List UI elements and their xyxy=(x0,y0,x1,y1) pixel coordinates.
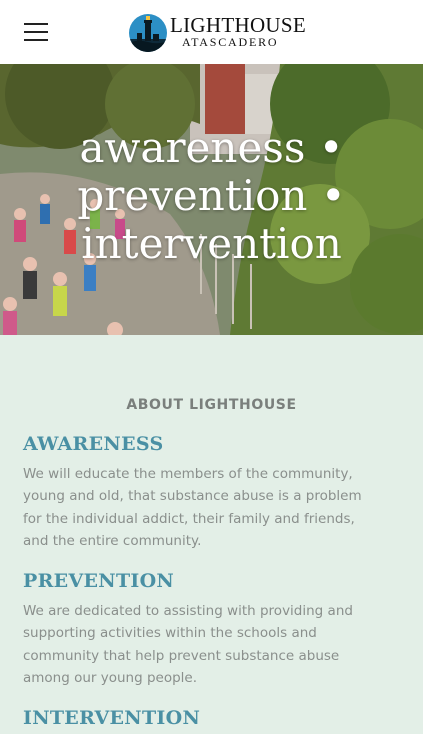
awareness-body: We will educate the members of the commu… xyxy=(23,466,362,550)
hero-tagline-line: intervention xyxy=(81,219,342,268)
awareness-title: AWARENESS xyxy=(23,433,164,455)
lighthouse-logo-icon xyxy=(129,14,167,52)
site-logo[interactable]: LIGHTHOUSE ATASCADERO xyxy=(128,13,306,53)
logo-subtitle: ATASCADERO xyxy=(182,35,279,49)
menu-bar xyxy=(24,39,48,41)
menu-bar xyxy=(24,23,48,25)
site-header: LIGHTHOUSE ATASCADERO xyxy=(0,0,423,64)
hero-banner: awareness • prevention • intervention xyxy=(0,64,423,335)
about-heading: ABOUT LIGHTHOUSE xyxy=(126,397,297,413)
about-section: ABOUT LIGHTHOUSE AWARENESS We will educa… xyxy=(0,335,423,734)
menu-bar xyxy=(24,31,48,33)
prevention-title: PREVENTION xyxy=(23,570,175,592)
hero-tagline-line: prevention • xyxy=(77,171,346,220)
hamburger-menu-icon[interactable] xyxy=(24,22,48,42)
prevention-body: We are dedicated to assisting with provi… xyxy=(23,603,353,687)
hero-tagline: awareness • prevention • intervention xyxy=(0,124,423,268)
logo-name: LIGHTHOUSE xyxy=(170,13,306,37)
hero-tagline-line: awareness • xyxy=(79,123,344,172)
intervention-title: INTERVENTION xyxy=(23,707,201,729)
